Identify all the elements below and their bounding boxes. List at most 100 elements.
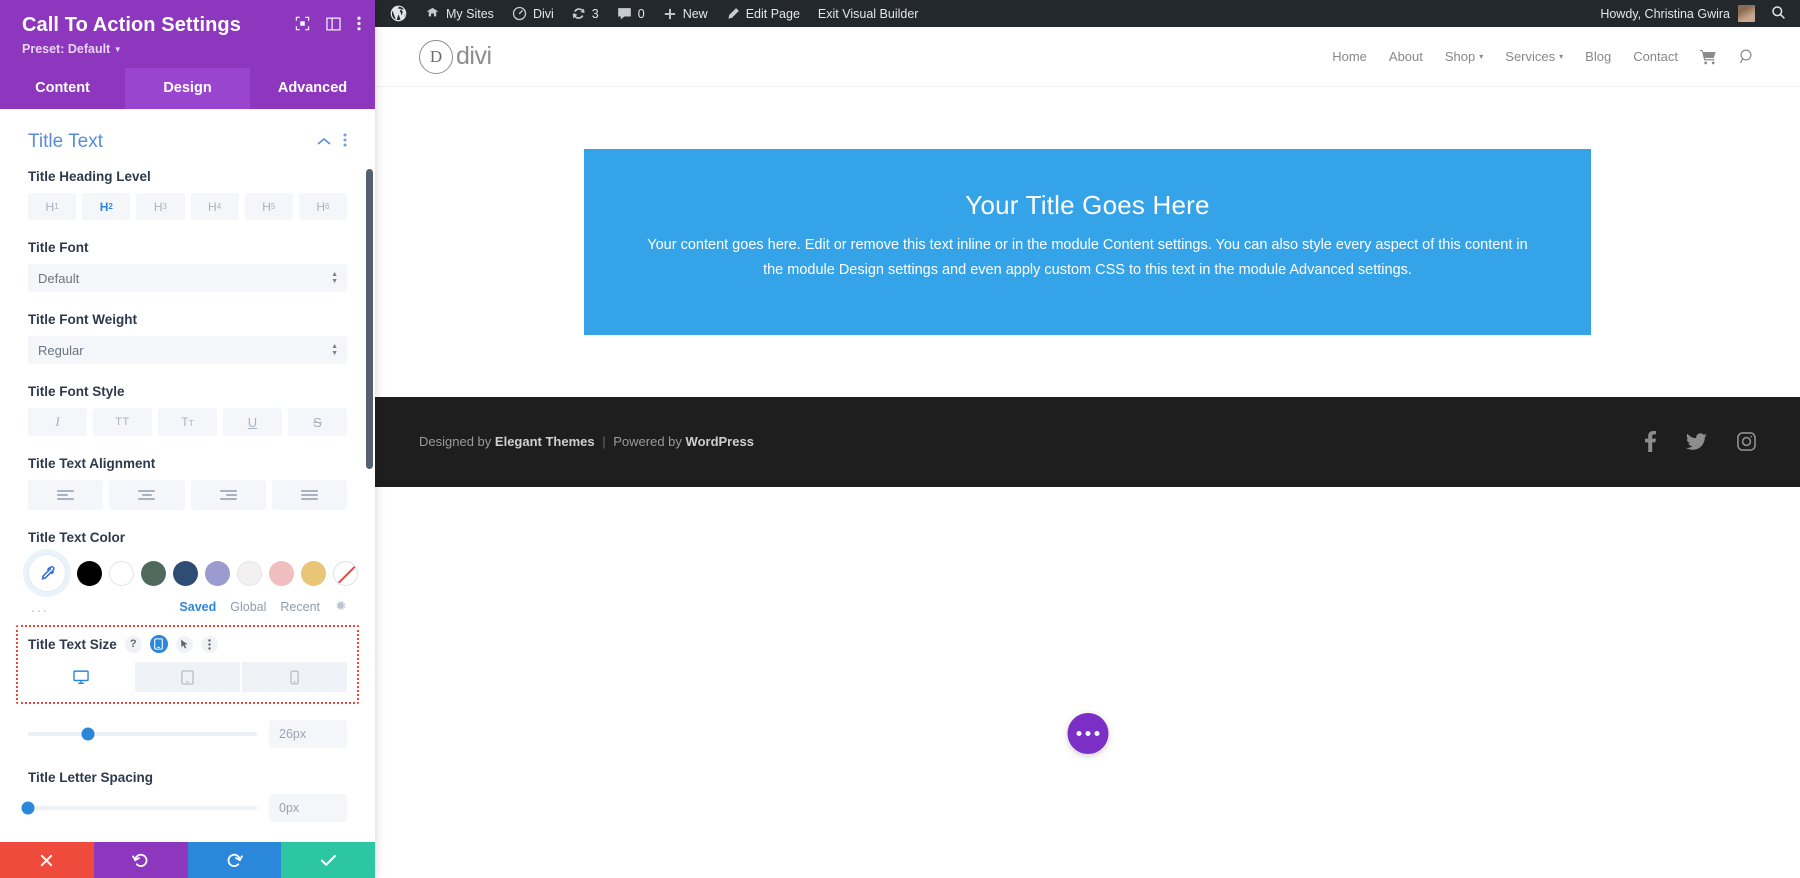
facebook-icon[interactable] (1645, 431, 1656, 453)
responsive-device-icon[interactable] (149, 635, 168, 653)
main-content: My Sites Divi 3 0 New Edit Page Exit Vis… (375, 0, 1800, 878)
undo-button[interactable] (93, 842, 188, 878)
device-tab-tablet[interactable] (135, 662, 240, 692)
heading-level-h5[interactable]: H5 (244, 193, 293, 220)
focus-icon[interactable] (295, 16, 310, 31)
uppercase-icon[interactable]: TT (93, 408, 152, 436)
admin-bar-divi[interactable]: Divi (503, 0, 563, 27)
nav-item-shop[interactable]: Shop ▾ (1445, 49, 1483, 64)
footer-separator: | (602, 434, 606, 450)
palette-tab-recent[interactable]: Recent (280, 600, 320, 614)
strikethrough-icon[interactable]: S (288, 408, 347, 436)
palette-tab-saved[interactable]: Saved (179, 600, 216, 614)
title-font-select[interactable]: Default ▲ ▼ (28, 264, 347, 292)
howdy-label: Howdy, Christina Gwira (1600, 6, 1730, 21)
letter-spacing-slider[interactable] (21, 799, 257, 817)
field-label: Title Text Size (28, 636, 117, 652)
align-center-icon[interactable] (109, 480, 185, 510)
palette-tab-global[interactable]: Global (230, 600, 266, 614)
title-text-size-slider[interactable] (28, 725, 257, 743)
color-swatch-none[interactable] (333, 560, 358, 586)
slider-knob[interactable] (81, 727, 95, 741)
align-left-icon[interactable] (28, 480, 104, 510)
device-tab-desktop[interactable] (28, 662, 133, 692)
nav-item-about[interactable]: About (1389, 49, 1423, 64)
tab-design[interactable]: Design (125, 68, 250, 109)
align-right-icon[interactable] (190, 480, 266, 510)
nav-item-blog[interactable]: Blog (1585, 49, 1611, 64)
italic-icon[interactable]: I (28, 408, 87, 436)
cta-body[interactable]: Your content goes here. Edit or remove t… (640, 233, 1535, 282)
letter-spacing-input[interactable]: 0px (269, 794, 347, 822)
color-swatch-periwinkle[interactable] (205, 560, 230, 586)
color-swatch-black[interactable] (77, 560, 102, 586)
heading-level-h4[interactable]: H4 (190, 193, 239, 220)
nav-item-contact[interactable]: Contact (1633, 49, 1678, 64)
heading-level-buttons: H1 H2 H3 H4 H5 H6 (28, 193, 348, 220)
search-icon[interactable] (1739, 48, 1756, 65)
dot (1085, 731, 1090, 736)
footer-credit: Designed by Elegant Themes | Powered by … (419, 434, 754, 449)
panel-scrollbar[interactable] (366, 169, 373, 469)
footer-brand[interactable]: Elegant Themes (495, 434, 595, 449)
capitalize-icon[interactable]: TT (158, 408, 217, 436)
question-mark-icon[interactable]: ? (124, 635, 142, 653)
section-title-text[interactable]: Title Text (28, 127, 347, 169)
footer-platform[interactable]: WordPress (686, 434, 754, 449)
label: Services (1505, 49, 1556, 64)
admin-bar-account[interactable]: Howdy, Christina Gwira (1590, 5, 1765, 22)
color-swatch-offwhite[interactable] (237, 560, 262, 586)
more-colors-icon[interactable]: ... (31, 599, 49, 615)
admin-bar-exit-visual-builder[interactable]: Exit Visual Builder (809, 0, 928, 27)
call-to-action-module[interactable]: Your Title Goes Here Your content goes h… (584, 149, 1591, 335)
admin-bar-my-sites[interactable]: My Sites (416, 0, 503, 27)
site-logo[interactable]: D divi (419, 39, 492, 74)
admin-bar-edit-page[interactable]: Edit Page (717, 0, 809, 27)
cta-title[interactable]: Your Title Goes Here (640, 187, 1535, 223)
eyedropper-icon[interactable] (28, 554, 66, 592)
redo-button[interactable] (187, 842, 282, 878)
gear-icon[interactable] (334, 599, 347, 615)
chevron-up-icon[interactable] (317, 133, 331, 151)
heading-level-h2[interactable]: H2 (82, 193, 131, 220)
heading-level-h1[interactable]: H1 (28, 193, 77, 220)
tab-content[interactable]: Content (0, 68, 125, 109)
field-label: Title Font Style (28, 384, 125, 399)
tab-advanced[interactable]: Advanced (250, 68, 375, 109)
nav-item-home[interactable]: Home (1332, 49, 1367, 64)
device-tab-phone[interactable] (242, 662, 347, 692)
layout-columns-icon[interactable] (326, 17, 341, 31)
admin-bar-comments[interactable]: 0 (608, 0, 654, 27)
search-icon[interactable] (1765, 5, 1800, 23)
admin-bar-new[interactable]: New (654, 0, 717, 27)
cancel-button[interactable] (0, 842, 94, 878)
color-swatch-pink[interactable] (269, 560, 294, 586)
admin-bar-updates[interactable]: 3 (563, 0, 608, 27)
kebab-menu-icon[interactable] (343, 133, 347, 152)
shopping-cart-icon[interactable] (1700, 49, 1717, 65)
align-justify-icon[interactable] (271, 480, 347, 510)
instagram-icon[interactable] (1737, 432, 1756, 452)
underline-icon[interactable]: U (223, 408, 282, 436)
save-button[interactable] (281, 842, 375, 878)
color-swatch-green[interactable] (141, 560, 166, 586)
preset-selector[interactable]: Preset: Default ▼ (22, 42, 357, 56)
kebab-menu-icon[interactable] (357, 16, 361, 31)
color-swatch-white[interactable] (109, 560, 134, 586)
title-font-weight-select[interactable]: Regular ▲ ▼ (28, 336, 347, 364)
divi-menu-fab[interactable] (1067, 713, 1108, 754)
twitter-icon[interactable] (1686, 433, 1707, 451)
avatar (1738, 5, 1755, 22)
wordpress-logo-icon[interactable] (381, 0, 416, 27)
nav-item-services[interactable]: Services ▾ (1505, 49, 1563, 64)
cursor-pointer-icon[interactable] (175, 635, 193, 653)
letter-spacing-slider-row: 0px (21, 794, 347, 822)
kebab-menu-icon[interactable] (200, 635, 218, 653)
slider-knob[interactable] (21, 801, 35, 815)
heading-level-h6[interactable]: H6 (298, 193, 348, 220)
settings-action-bar (0, 842, 375, 878)
color-swatch-navy[interactable] (173, 560, 198, 586)
color-swatch-gold[interactable] (301, 560, 326, 586)
title-text-size-input[interactable]: 26px (269, 720, 347, 748)
heading-level-h3[interactable]: H3 (136, 193, 185, 220)
